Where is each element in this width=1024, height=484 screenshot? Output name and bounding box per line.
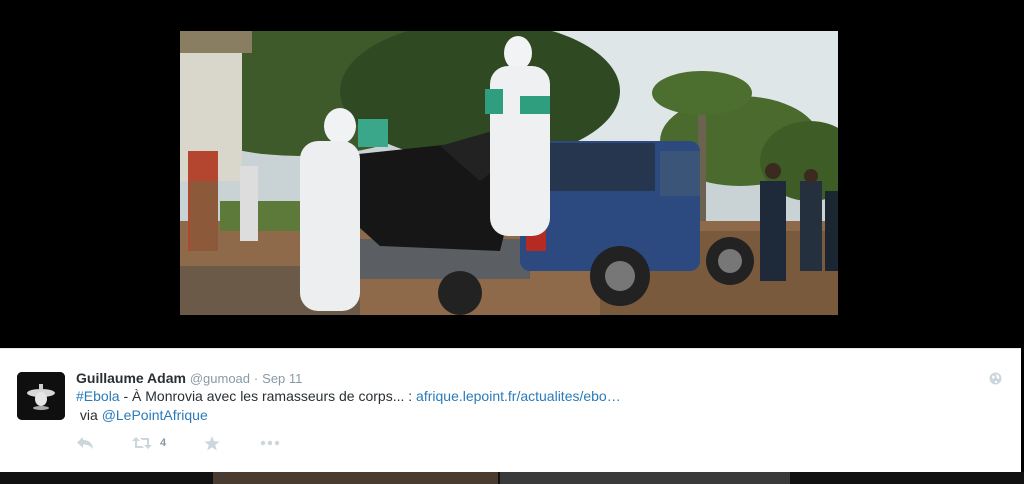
tweet-header: Guillaume Adam @gumoad · Sep 11 xyxy=(76,370,302,386)
tweet-card: Guillaume Adam @gumoad · Sep 11 #Ebola -… xyxy=(0,348,1021,472)
tweet-photo[interactable] xyxy=(180,31,838,315)
hashtag-link[interactable]: #Ebola xyxy=(76,388,120,404)
favorite-button[interactable] xyxy=(204,433,220,453)
more-button[interactable] xyxy=(260,433,280,453)
media-viewer xyxy=(0,0,1024,348)
via-label: via xyxy=(79,407,102,423)
background-thumbnail xyxy=(500,472,790,484)
author-username[interactable]: @gumoad xyxy=(190,371,250,386)
avatar-image xyxy=(17,372,65,420)
photo-illustration xyxy=(180,31,838,315)
article-link[interactable]: afrique.lepoint.fr/actualites/ebo… xyxy=(416,388,621,404)
reply-icon xyxy=(77,437,93,449)
retweet-button[interactable]: 4 xyxy=(132,433,166,453)
retweet-icon xyxy=(132,437,152,449)
tweet-timestamp[interactable]: Sep 11 xyxy=(262,371,302,386)
background-thumbnail xyxy=(213,472,498,484)
star-icon xyxy=(204,435,220,450)
author-fullname[interactable]: Guillaume Adam xyxy=(76,370,186,386)
avatar[interactable] xyxy=(17,372,65,420)
reply-button[interactable] xyxy=(76,433,94,453)
tweet-body-text: - À Monrovia avec les ramasseurs de corp… xyxy=(119,388,417,404)
background-timeline-strip xyxy=(0,472,1024,484)
more-dots-icon xyxy=(260,440,280,446)
retweet-count: 4 xyxy=(160,437,167,449)
header-separator: · xyxy=(253,371,259,386)
tweet-text: #Ebola - À Monrovia avec les ramasseurs … xyxy=(76,388,621,404)
tweet-text-via: via @LePointAfrique xyxy=(76,407,208,423)
mention-link[interactable]: @LePointAfrique xyxy=(102,407,208,423)
globe-icon[interactable] xyxy=(989,372,1002,385)
